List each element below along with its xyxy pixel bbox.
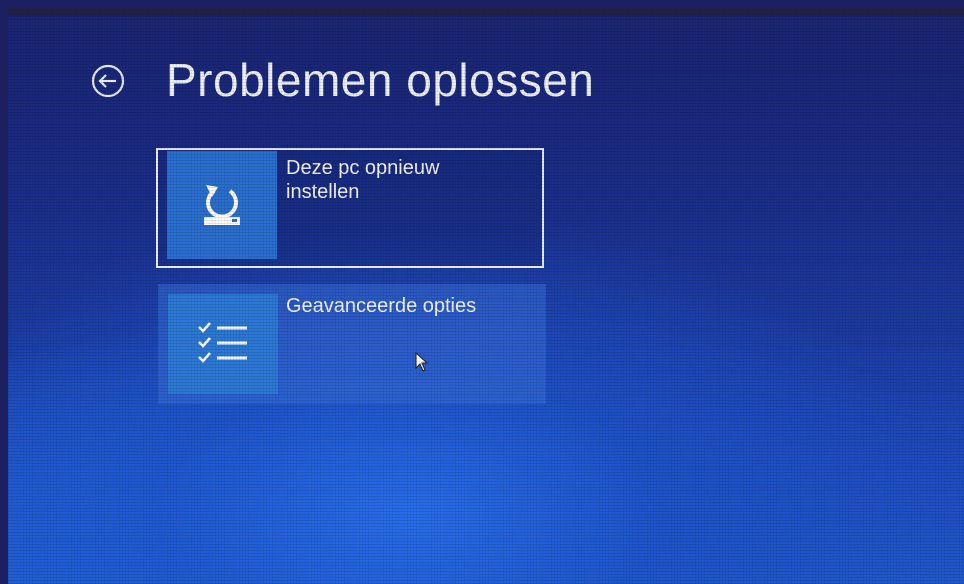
screen-bezel-edge [8, 8, 964, 16]
reset-pc-label: Deze pc opnieuw instellen [286, 157, 440, 203]
advanced-options-tile[interactable]: Geavanceerde opties [158, 284, 546, 404]
back-arrow-circle-icon [91, 64, 125, 98]
recovery-screen: Problemen oplossen Deze pc opnieuw inste… [8, 8, 964, 584]
page-title: Problemen oplossen [166, 54, 595, 106]
photo-frame: Problemen oplossen Deze pc opnieuw inste… [0, 0, 964, 584]
back-button[interactable] [90, 63, 126, 99]
checklist-icon [168, 294, 278, 394]
advanced-options-label: Geavanceerde opties [286, 295, 477, 317]
reset-pc-icon [167, 151, 277, 259]
reset-pc-tile[interactable]: Deze pc opnieuw instellen [156, 148, 544, 268]
mouse-cursor-icon [415, 352, 429, 372]
